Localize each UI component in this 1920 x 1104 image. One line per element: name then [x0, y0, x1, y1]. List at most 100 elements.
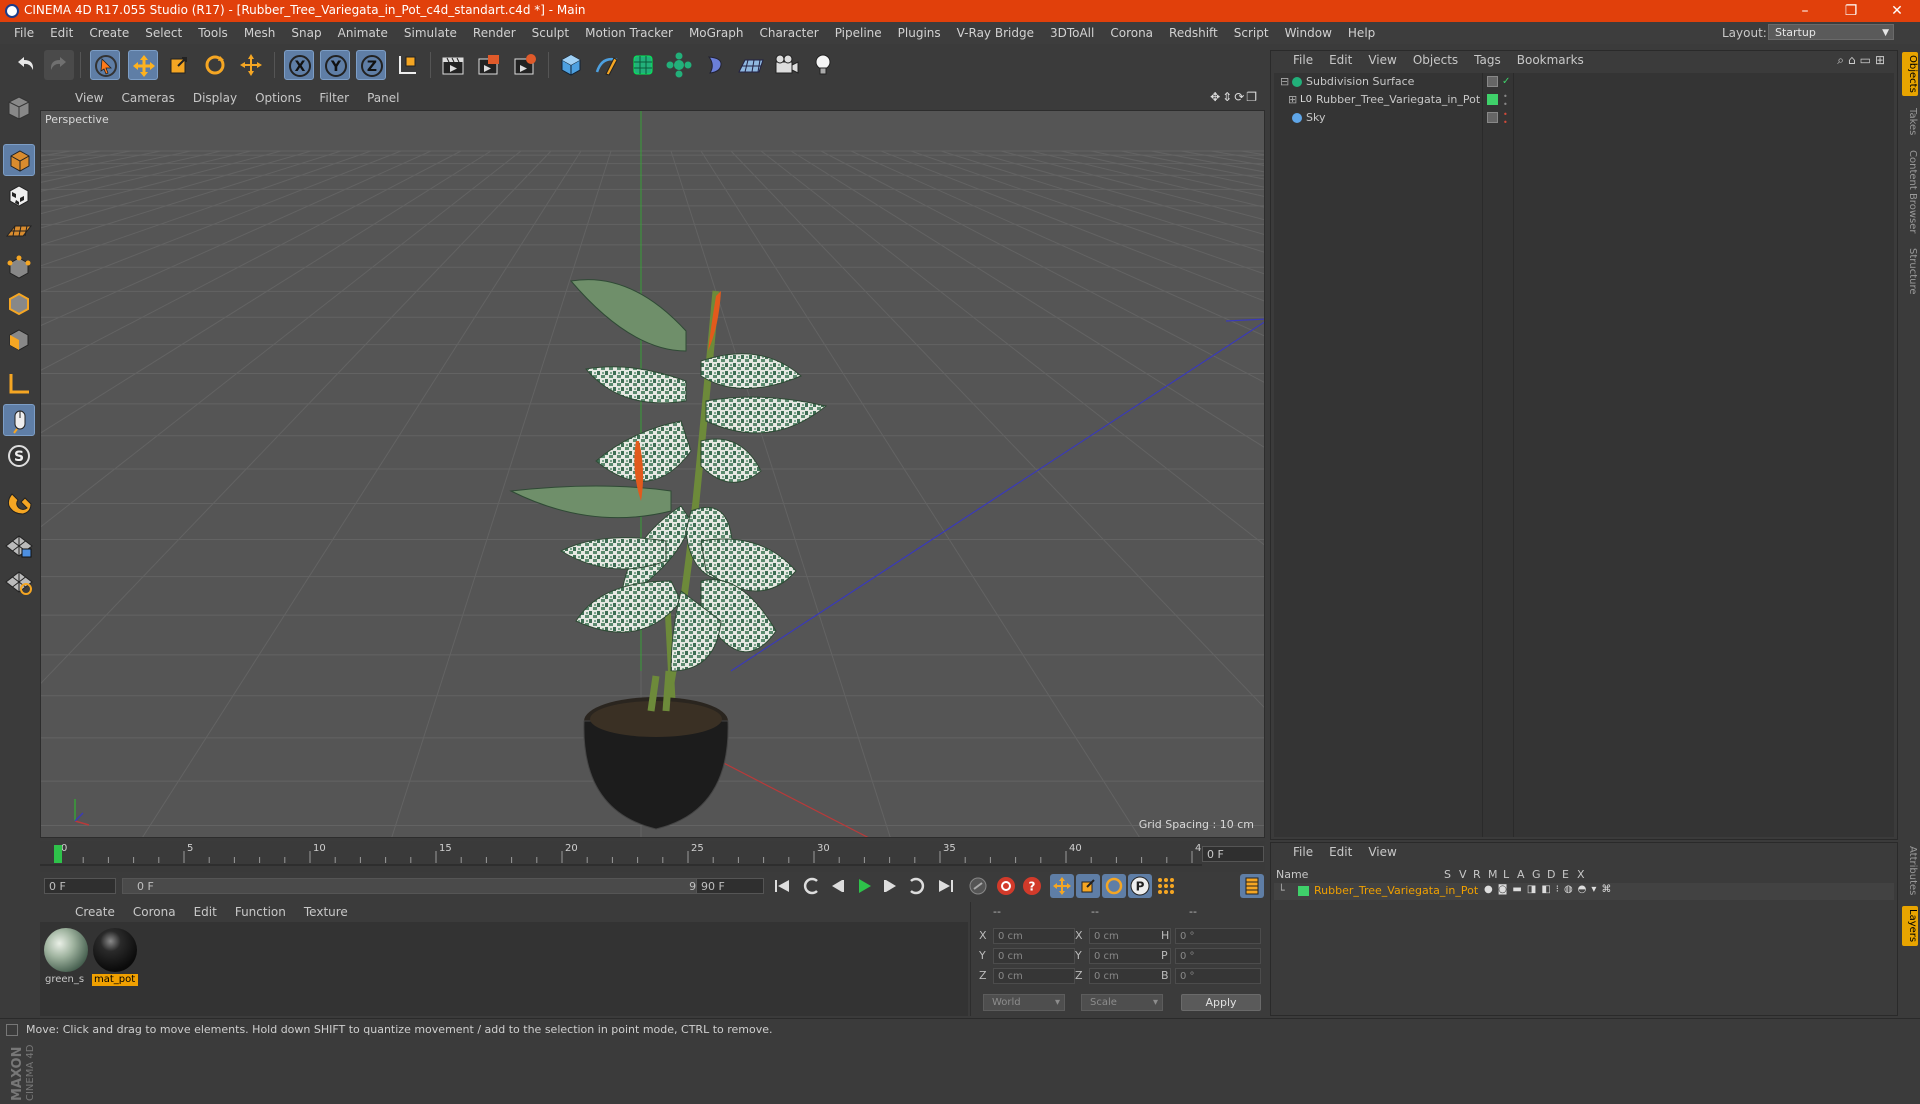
pen-spline-icon[interactable] — [592, 50, 622, 80]
viewport-nav-icons[interactable]: ✥⇕⟳❐ — [1210, 90, 1259, 104]
menu-animate[interactable]: Animate — [330, 22, 396, 44]
point-level-animation-icon[interactable] — [1154, 874, 1178, 898]
menu-plugins[interactable]: Plugins — [890, 22, 949, 44]
keyframe-selection-icon[interactable]: ? — [1020, 874, 1044, 898]
tab-content-browser[interactable]: Content Browser — [1902, 146, 1918, 238]
previous-key-icon[interactable] — [800, 874, 824, 898]
cloner-icon[interactable] — [664, 50, 694, 80]
coord-value-field[interactable]: 0 ° — [1175, 948, 1261, 964]
polygons-mode-icon[interactable] — [3, 324, 35, 356]
record-keys-icon[interactable] — [966, 874, 990, 898]
y-axis-icon[interactable]: Y — [320, 50, 350, 80]
layer-column-e[interactable]: E — [1562, 868, 1569, 881]
previous-frame-icon[interactable] — [826, 874, 850, 898]
layer-column-name[interactable]: Name — [1276, 868, 1308, 881]
move-icon[interactable] — [128, 50, 158, 80]
menu-file[interactable]: File — [6, 22, 42, 44]
layer-column-a[interactable]: A — [1517, 868, 1525, 881]
layer-column-g[interactable]: G — [1532, 868, 1541, 881]
tab-layers[interactable]: Layers — [1902, 906, 1918, 946]
edit-render-settings-icon[interactable] — [510, 50, 540, 80]
object-manager-tools-icons[interactable]: ⌕⌂▭⊞ — [1837, 53, 1889, 68]
layer-menu-edit[interactable]: Edit — [1321, 843, 1360, 861]
next-key-icon[interactable] — [904, 874, 928, 898]
object-menu-edit[interactable]: Edit — [1321, 51, 1360, 69]
playhead-marker[interactable] — [54, 845, 62, 863]
material-menu-create[interactable]: Create — [66, 902, 124, 922]
material-menu-texture[interactable]: Texture — [295, 902, 357, 922]
object-menu-bookmarks[interactable]: Bookmarks — [1509, 51, 1592, 69]
tweak-mode-icon[interactable] — [3, 404, 35, 436]
coord-value-field[interactable]: 0 cm — [1089, 928, 1171, 944]
menu-v-ray-bridge[interactable]: V-Ray Bridge — [949, 22, 1042, 44]
menu-edit[interactable]: Edit — [42, 22, 81, 44]
layer-row[interactable]: └ Rubber_Tree_Variegata_in_Pot ●◙▬◨◧⁝◍◓▾… — [1274, 883, 1894, 900]
visibility-toggle-icon[interactable] — [1487, 76, 1498, 87]
object-menu-file[interactable]: File — [1285, 51, 1321, 69]
locked-workplane-icon[interactable] — [3, 530, 35, 562]
camera-icon[interactable] — [772, 50, 802, 80]
material-menu-function[interactable]: Function — [226, 902, 295, 922]
menu-render[interactable]: Render — [465, 22, 524, 44]
visibility-toggle-icon[interactable] — [1487, 112, 1498, 123]
perspective-viewport[interactable]: Perspective Grid Spacing : 10 cm — [40, 110, 1265, 838]
redo-icon[interactable] — [44, 50, 74, 80]
layer-color-icon[interactable] — [1298, 886, 1309, 896]
visibility-dots-icon[interactable]: • • — [1503, 93, 1508, 109]
expand-icon[interactable]: ⊞ — [1288, 91, 1297, 109]
points-mode-icon[interactable] — [3, 252, 35, 284]
object-menu-view[interactable]: View — [1360, 51, 1404, 69]
cube-icon[interactable] — [556, 50, 586, 80]
viewport-menu-display[interactable]: Display — [184, 88, 246, 108]
layer-column-r[interactable]: R — [1473, 868, 1481, 881]
collapse-icon[interactable]: ⊟ — [1280, 73, 1289, 91]
object-menu-tags[interactable]: Tags — [1466, 51, 1509, 69]
coordinate-space-dropdown[interactable]: World ▾ — [983, 994, 1065, 1011]
start-frame-field[interactable]: 0 F — [44, 878, 116, 894]
object-menu-objects[interactable]: Objects — [1405, 51, 1466, 69]
menu-mograph[interactable]: MoGraph — [681, 22, 752, 44]
menu-create[interactable]: Create — [81, 22, 137, 44]
menu-corona[interactable]: Corona — [1102, 22, 1161, 44]
object-row-rubber-tree[interactable]: ⊞ L0 Rubber_Tree_Variegata_in_Pot • • — [1274, 91, 1894, 109]
material-mat-pot[interactable]: mat_pot — [92, 928, 138, 986]
restore-button[interactable]: ❐ — [1828, 1, 1874, 21]
layer-column-m[interactable]: M — [1488, 868, 1498, 881]
size-mode-dropdown[interactable]: Scale ▾ — [1081, 994, 1163, 1011]
position-key-icon[interactable] — [1050, 874, 1074, 898]
layer-column-s[interactable]: S — [1444, 868, 1451, 881]
menu-mesh[interactable]: Mesh — [236, 22, 284, 44]
edges-mode-icon[interactable] — [3, 288, 35, 320]
subdivision-icon[interactable] — [628, 50, 658, 80]
solo-mode-icon[interactable]: S — [3, 440, 35, 472]
menu-sculpt[interactable]: Sculpt — [524, 22, 577, 44]
menu-pipeline[interactable]: Pipeline — [827, 22, 890, 44]
texture-mode-icon[interactable] — [3, 180, 35, 212]
object-row-sky[interactable]: Sky • • — [1274, 109, 1894, 127]
minimize-button[interactable]: – — [1782, 1, 1828, 21]
layer-column-v[interactable]: V — [1459, 868, 1467, 881]
workplane-mode-icon[interactable] — [3, 216, 35, 248]
viewport-menu-options[interactable]: Options — [246, 88, 310, 108]
layer-column-x[interactable]: X — [1577, 868, 1585, 881]
layer-column-d[interactable]: D — [1547, 868, 1555, 881]
menu-tools[interactable]: Tools — [190, 22, 236, 44]
preview-range-slider[interactable]: 0 F 90 F — [122, 878, 722, 894]
deformer-icon[interactable] — [700, 50, 730, 80]
menu-3dtoall[interactable]: 3DToAll — [1042, 22, 1102, 44]
menu-window[interactable]: Window — [1277, 22, 1340, 44]
menu-simulate[interactable]: Simulate — [396, 22, 465, 44]
close-button[interactable]: ✕ — [1874, 1, 1920, 21]
end-frame-field[interactable]: 90 F — [696, 878, 764, 894]
tab-structure[interactable]: Structure — [1902, 244, 1918, 298]
menu-help[interactable]: Help — [1340, 22, 1383, 44]
menu-select[interactable]: Select — [137, 22, 190, 44]
live-move-icon[interactable] — [236, 50, 266, 80]
layer-flag-icons[interactable]: ●◙▬◨◧⁝◍◓▾⌘ — [1484, 884, 1616, 895]
timeline-ruler[interactable]: 051015202530354045505560657075808590 — [40, 841, 1265, 873]
viewport-menu-cameras[interactable]: Cameras — [112, 88, 183, 108]
floor-icon[interactable] — [736, 50, 766, 80]
make-editable-icon[interactable] — [3, 92, 35, 124]
coord-value-field[interactable]: 0 cm — [993, 968, 1075, 984]
object-row-subdivision-surface[interactable]: ⊟ Subdivision Surface ✓ — [1274, 73, 1894, 91]
